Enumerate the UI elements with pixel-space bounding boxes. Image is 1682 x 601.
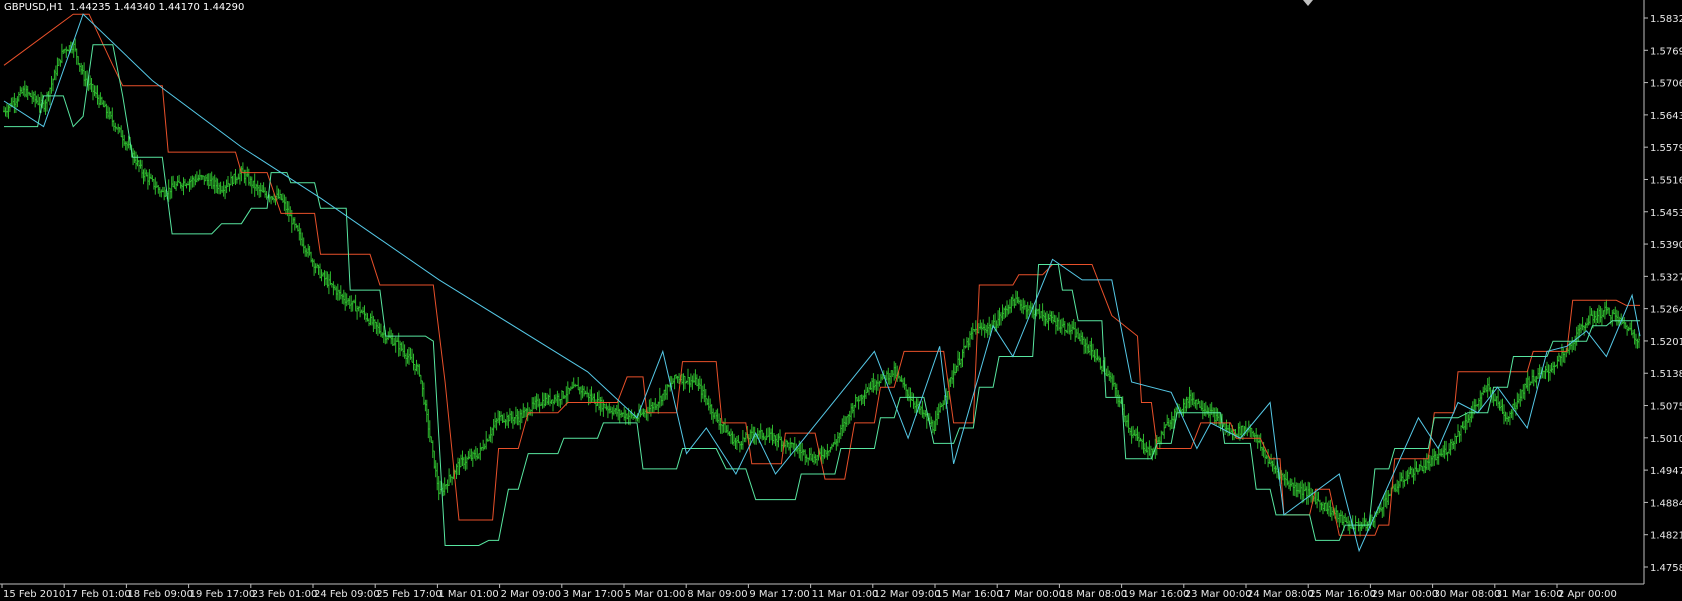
time-axis-label: 30 Mar 08:00 xyxy=(1434,589,1501,600)
time-axis-label: 11 Mar 01:00 xyxy=(812,589,879,600)
price-axis-label: 1.57695 xyxy=(1650,46,1682,57)
price-axis-label: 1.50755 xyxy=(1650,402,1682,413)
price-axis-label: 1.54530 xyxy=(1650,208,1682,219)
time-axis-label: 19 Feb 17:00 xyxy=(190,589,256,600)
time-axis-label: 3 Mar 17:00 xyxy=(563,589,623,600)
time-axis-label: 12 Mar 09:00 xyxy=(874,589,941,600)
chart-header: GBPUSD,H1 1.44235 1.44340 1.44170 1.4429… xyxy=(4,2,244,13)
time-axis-label: 5 Mar 01:00 xyxy=(625,589,685,600)
time-axis-label: 19 Mar 16:00 xyxy=(1123,589,1190,600)
time-axis-label: 1 Mar 01:00 xyxy=(438,589,498,600)
time-axis-label: 31 Mar 16:00 xyxy=(1496,589,1563,600)
time-axis-label: 24 Mar 08:00 xyxy=(1247,589,1314,600)
price-axis-label: 1.53900 xyxy=(1650,240,1682,251)
price-axis-label: 1.51380 xyxy=(1650,369,1682,380)
time-axis-label: 25 Mar 16:00 xyxy=(1309,589,1376,600)
time-axis-label: 15 Feb 2010 xyxy=(3,589,65,600)
ohlc-readout: 1.44235 1.44340 1.44170 1.44290 xyxy=(69,2,245,13)
time-axis-label: 17 Feb 01:00 xyxy=(65,589,131,600)
symbol-timeframe: GBPUSD,H1 xyxy=(4,2,64,13)
time-axis-label: 24 Feb 09:00 xyxy=(314,589,380,600)
time-axis-label: 9 Mar 17:00 xyxy=(749,589,809,600)
price-axis-label: 1.50105 xyxy=(1650,434,1682,445)
time-axis-label: 29 Mar 00:00 xyxy=(1371,589,1438,600)
price-axis-label: 1.55790 xyxy=(1650,143,1682,154)
time-axis-label: 8 Mar 09:00 xyxy=(687,589,747,600)
price-axis-label: 1.55160 xyxy=(1650,175,1682,186)
price-axis-label: 1.49475 xyxy=(1650,466,1682,477)
time-axis-label: 18 Mar 08:00 xyxy=(1060,589,1127,600)
time-axis-label: 2 Mar 09:00 xyxy=(501,589,561,600)
time-axis-label: 18 Feb 09:00 xyxy=(127,589,193,600)
time-axis-label: 23 Feb 01:00 xyxy=(252,589,318,600)
chart-window[interactable]: 1.58325 1.57695 1.57065 1.56435 1.55790 1.551… xyxy=(0,0,1682,601)
time-axis-label: 25 Feb 17:00 xyxy=(376,589,442,600)
time-axis-label: 17 Mar 00:00 xyxy=(998,589,1065,600)
price-axis-label: 1.58325 xyxy=(1650,14,1682,25)
time-axis-label: 2 Apr 00:00 xyxy=(1558,589,1617,600)
price-axis-label: 1.48215 xyxy=(1650,531,1682,542)
price-axis-label: 1.57065 xyxy=(1650,79,1682,90)
price-axis-label: 1.52010 xyxy=(1650,337,1682,348)
price-axis-label: 1.56435 xyxy=(1650,111,1682,122)
price-axis-label: 1.53270 xyxy=(1650,272,1682,283)
time-axis-label: 23 Mar 00:00 xyxy=(1185,589,1252,600)
price-axis-label: 1.48845 xyxy=(1650,498,1682,509)
price-chart[interactable]: 1.58325 1.57695 1.57065 1.56435 1.55790 1.551… xyxy=(0,0,1682,601)
price-axis-label: 1.52640 xyxy=(1650,305,1682,316)
time-axis-label: 15 Mar 16:00 xyxy=(936,589,1003,600)
price-axis-label: 1.47580 xyxy=(1650,563,1682,574)
